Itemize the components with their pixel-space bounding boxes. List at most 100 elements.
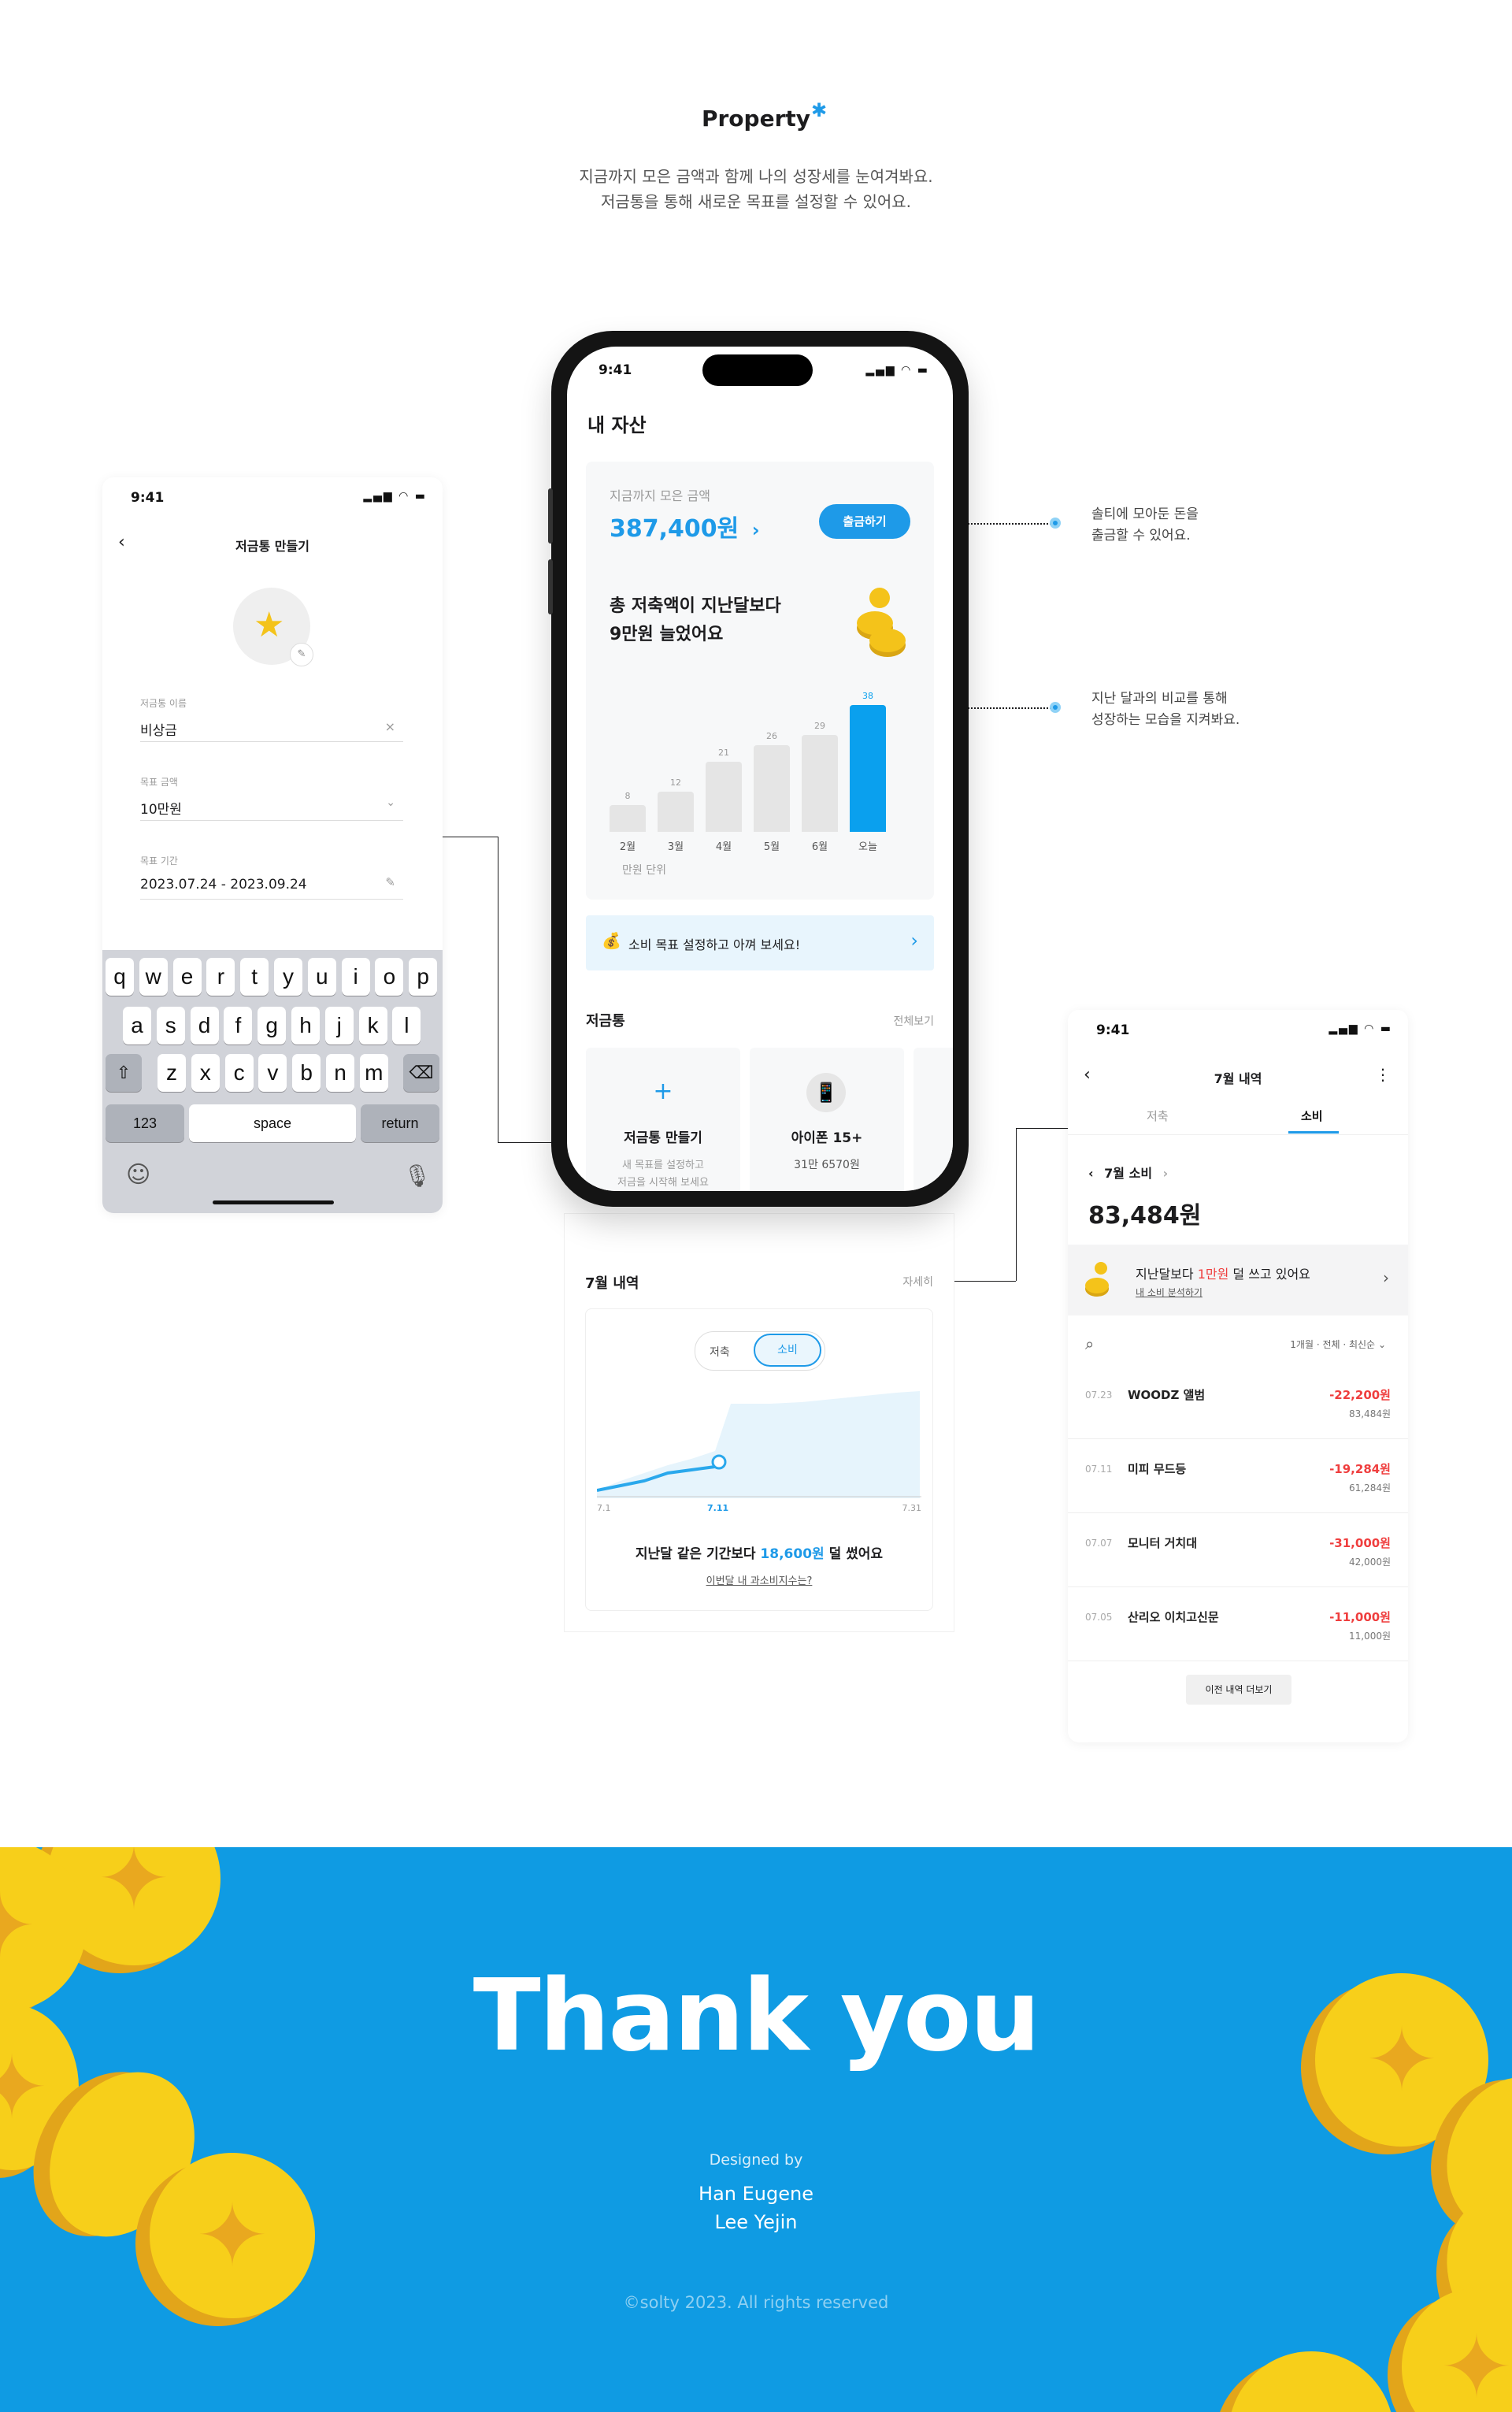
bar-value-label: 38 <box>862 690 873 701</box>
bar-value-label: 29 <box>814 720 825 731</box>
space-key[interactable]: space <box>189 1104 356 1142</box>
backspace-key[interactable]: ⌫ <box>403 1054 439 1092</box>
withdraw-button[interactable]: 출금하기 <box>819 504 910 539</box>
piggy-image[interactable]: ★ ✎ <box>233 588 313 666</box>
key-z[interactable]: z <box>158 1054 186 1092</box>
chevron-down-icon[interactable]: ⌄ <box>386 796 395 809</box>
key-u[interactable]: u <box>307 958 336 996</box>
key-o[interactable]: o <box>375 958 404 996</box>
key-b[interactable]: b <box>292 1054 321 1092</box>
chevron-right-icon[interactable]: › <box>1163 1166 1169 1181</box>
assets-screen: 9:41 ▂▄▆ ◠ ▬ 내 자산 지금까지 모은 금액 387,400원 › … <box>567 347 953 1191</box>
month-selector[interactable]: ‹ 7월 소비 › <box>1088 1163 1168 1182</box>
key-d[interactable]: d <box>190 1007 219 1045</box>
key-a[interactable]: a <box>123 1007 151 1045</box>
load-more-button[interactable]: 이전 내역 더보기 <box>1186 1675 1292 1705</box>
piggy-card-iphone[interactable]: 📱 아이폰 15+ 31만 6570원 <box>750 1048 904 1191</box>
tab-spending[interactable]: 소비 <box>1301 1108 1323 1124</box>
key-y[interactable]: y <box>274 958 302 996</box>
transaction-name: 모니터 거치대 <box>1128 1536 1198 1550</box>
goal-amount-field[interactable]: 10만원 ⌄ <box>140 789 403 821</box>
assets-card: 지금까지 모은 금액 387,400원 › 출금하기 총 저축액이 지난달보다 … <box>586 462 934 900</box>
spend-summary: 지난달 같은 기간보다 18,600원 덜 썼어요 <box>586 1542 932 1562</box>
pencil-icon[interactable]: ✎ <box>385 875 395 889</box>
more-icon[interactable]: ⋮ <box>1375 1065 1391 1084</box>
x-label: 7.1 <box>597 1503 611 1513</box>
spending-goal-banner[interactable]: 💰 소비 목표 설정하고 아껴 보세요! › <box>586 915 934 970</box>
card-sub: 31만 6570원 <box>794 1159 860 1171</box>
key-k[interactable]: k <box>358 1007 387 1045</box>
transaction-row[interactable]: 07.05 산리오 이치고신문 -11,000원 11,000원 <box>1068 1586 1408 1661</box>
key-i[interactable]: i <box>341 958 370 996</box>
key-l[interactable]: l <box>392 1007 421 1045</box>
connector-dot <box>1050 518 1061 529</box>
section-description: 지금까지 모은 금액과 함께 나의 성장세를 눈여겨봐요. <box>579 167 933 186</box>
month-label: 7월 소비 <box>1104 1166 1153 1181</box>
key-x[interactable]: x <box>191 1054 220 1092</box>
key-s[interactable]: s <box>156 1007 185 1045</box>
annotation-line: 솔티에 모아둔 돈을 <box>1091 507 1199 522</box>
emoji-icon[interactable]: ☺ <box>126 1161 150 1189</box>
see-all-link[interactable]: 전체보기 <box>893 1013 934 1029</box>
annotation-line: 성장하는 모습을 지켜봐요. <box>1091 712 1240 728</box>
numbers-key[interactable]: 123 <box>106 1104 184 1142</box>
key-w[interactable]: w <box>139 958 168 996</box>
total-value: 387,400원 <box>610 515 739 543</box>
shift-key[interactable]: ⇧ <box>106 1054 142 1092</box>
chevron-left-icon[interactable]: ‹ <box>1088 1166 1094 1181</box>
tab-saving[interactable]: 저축 <box>1147 1108 1169 1124</box>
key-t[interactable]: t <box>240 958 269 996</box>
bar-value-label: 21 <box>718 747 729 758</box>
transaction-amount: -31,000원 <box>1329 1536 1391 1550</box>
key-r[interactable]: r <box>206 958 235 996</box>
designer-name: Lee Yejin <box>714 2211 798 2233</box>
compare-banner[interactable]: 지난달보다 1만원 덜 쓰고 있어요 내 소비 분석하기 › <box>1068 1245 1408 1315</box>
key-n[interactable]: n <box>326 1054 354 1092</box>
key-h[interactable]: h <box>291 1007 320 1045</box>
transaction-row[interactable]: 07.23 WOODZ 앨범 -22,200원 83,484원 <box>1068 1364 1408 1439</box>
key-q[interactable]: q <box>106 958 134 996</box>
transaction-row[interactable]: 07.07 모니터 거치대 -31,000원 42,000원 <box>1068 1512 1408 1587</box>
star-icon: ★ <box>254 605 285 645</box>
filter-dropdown[interactable]: 1개월 · 전체 · 최신순 ⌄ <box>1290 1338 1386 1351</box>
overspend-link[interactable]: 이번달 내 과소비지수는? <box>586 1572 932 1587</box>
goal-period-field[interactable]: 2023.07.24 - 2023.09.24 ✎ <box>140 867 403 900</box>
transaction-date: 07.07 <box>1085 1538 1113 1549</box>
key-m[interactable]: m <box>359 1054 388 1092</box>
compare-prefix: 지난달보다 <box>1136 1267 1198 1282</box>
key-c[interactable]: c <box>224 1054 254 1092</box>
edit-image-icon[interactable]: ✎ <box>290 643 313 666</box>
clear-icon[interactable]: × <box>385 719 395 734</box>
key-f[interactable]: f <box>224 1007 253 1045</box>
chevron-right-icon: › <box>1383 1268 1389 1287</box>
transaction-date: 07.11 <box>1085 1464 1113 1475</box>
transaction-date: 07.23 <box>1085 1390 1113 1401</box>
sparkle-icon: ✱ <box>811 99 828 121</box>
piggy-card-partial[interactable] <box>914 1048 953 1191</box>
return-key[interactable]: return <box>361 1104 439 1142</box>
key-g[interactable]: g <box>258 1007 287 1045</box>
search-icon[interactable]: ⌕ <box>1085 1334 1094 1353</box>
copyright: ©solty 2023. All rights reserved <box>623 2293 889 2312</box>
key-p[interactable]: p <box>409 958 438 996</box>
create-piggy-card[interactable]: + 저금통 만들기 새 목표를 설정하고 저금을 시작해 보세요 <box>586 1048 740 1191</box>
microphone-icon[interactable]: 🎙 <box>403 1163 432 1189</box>
bar <box>802 734 838 832</box>
tab-saving[interactable]: 저축 <box>710 1344 730 1360</box>
analysis-link[interactable]: 내 소비 분석하기 <box>1136 1286 1203 1299</box>
tab-spending[interactable]: 소비 <box>754 1334 821 1367</box>
dynamic-island <box>702 354 813 386</box>
today-point <box>711 1454 727 1470</box>
bar-category-label: 2월 <box>619 841 636 853</box>
key-v[interactable]: v <box>258 1054 287 1092</box>
key-j[interactable]: j <box>324 1007 354 1045</box>
name-field[interactable]: 비상금 × <box>140 710 403 742</box>
status-icons: ▂▄▆ ◠ ▬ <box>1329 1022 1392 1035</box>
transaction-balance: 42,000원 <box>1348 1557 1391 1568</box>
field-label: 목표 금액 <box>140 777 178 788</box>
transaction-row[interactable]: 07.11 미피 무드등 -19,284원 61,284원 <box>1068 1438 1408 1513</box>
detail-link[interactable]: 자세히 <box>902 1274 933 1289</box>
key-e[interactable]: e <box>172 958 202 996</box>
transaction-balance: 83,484원 <box>1348 1408 1391 1419</box>
total-amount[interactable]: 387,400원 › <box>610 509 760 544</box>
